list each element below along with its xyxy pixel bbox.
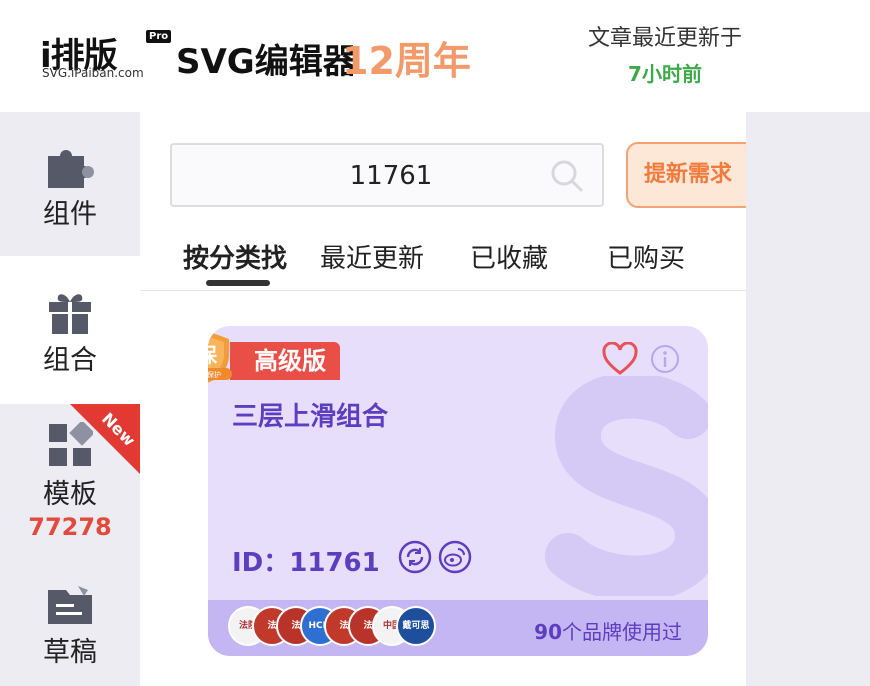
sidebar-item-label: 草稿 — [43, 637, 97, 668]
info-icon[interactable] — [650, 344, 680, 374]
weibo-icon[interactable] — [438, 540, 472, 574]
puzzle-icon — [48, 150, 94, 188]
brand-count-number: 90 — [534, 620, 562, 644]
active-tab-indicator — [206, 280, 270, 286]
draft-folder-icon — [48, 586, 92, 624]
sidebar-item-templates[interactable]: New 模板 77278 — [0, 404, 140, 574]
watermark-s-icon — [545, 376, 708, 596]
new-ribbon: New — [70, 404, 140, 474]
sidebar-item-components[interactable]: 组件 — [0, 112, 140, 256]
logo-product: SVG编辑器 — [176, 42, 357, 82]
tab-recent[interactable]: 最近更新 — [320, 238, 424, 275]
combo-id: ID：11761 — [232, 548, 380, 578]
new-request-button[interactable]: 提新需求 — [626, 142, 756, 208]
brand-count-suffix: 个品牌使用过 — [562, 620, 682, 644]
article-update-info: 文章最近更新于 7小时前 — [570, 20, 760, 87]
left-sidebar: 组件 组合 New 模板 77278 草稿 — [0, 112, 140, 686]
tab-favorites[interactable]: 已收藏 — [470, 238, 548, 275]
brand-logo-stack: 法院 法 法 HCM 法 法 中国 戴可思 — [228, 606, 448, 650]
share-circle-icon[interactable] — [398, 540, 432, 574]
svg-text:保: 保 — [208, 343, 218, 367]
premium-badge: 高级版 — [230, 342, 340, 380]
right-canvas-edge — [746, 112, 870, 686]
combo-card[interactable]: 高级版 保 版权保护 三层上滑组合 ID：11761 法院 法 法 HCM 法 … — [208, 326, 708, 656]
top-header: i排版 Pro SVG.iPaiban.com SVG编辑器 12周年 文章最近… — [0, 0, 870, 112]
tab-by-category[interactable]: 按分类找 — [183, 238, 287, 275]
brand-usage-count: 90个品牌使用过 — [534, 616, 682, 645]
update-time: 7小时前 — [628, 62, 702, 86]
combo-panel: 提新需求 按分类找 最近更新 已收藏 已购买 高级版 保 版权保护 三层上滑组合… — [140, 112, 756, 686]
update-label: 文章最近更新于 — [587, 26, 742, 51]
search-box — [170, 143, 610, 207]
gift-icon — [49, 294, 91, 334]
site-logo[interactable]: i排版 Pro SVG.iPaiban.com SVG编辑器 12周年 — [40, 28, 480, 88]
svg-text:版权保护: 版权保护 — [208, 370, 221, 379]
combo-title: 三层上滑组合 — [232, 402, 389, 432]
copyright-shield-icon: 保 版权保护 — [208, 331, 232, 383]
sidebar-item-label: 组件 — [43, 199, 97, 230]
template-count: 77278 — [28, 513, 112, 541]
sidebar-item-drafts[interactable]: 草稿 — [0, 574, 140, 686]
search-input[interactable] — [172, 145, 610, 207]
search-icon[interactable] — [550, 159, 584, 193]
sidebar-item-combos[interactable]: 组合 — [0, 256, 140, 404]
sidebar-item-label: 组合 — [43, 345, 97, 376]
tab-purchased[interactable]: 已购买 — [607, 238, 685, 275]
logo-domain: SVG.iPaiban.com — [42, 66, 144, 80]
brand-logo: 戴可思 — [396, 606, 436, 646]
sidebar-item-label: 模板 — [43, 479, 97, 510]
logo-anniversary: 12周年 — [342, 39, 471, 83]
pro-badge: Pro — [146, 30, 172, 43]
favorite-heart-icon[interactable] — [602, 342, 638, 376]
